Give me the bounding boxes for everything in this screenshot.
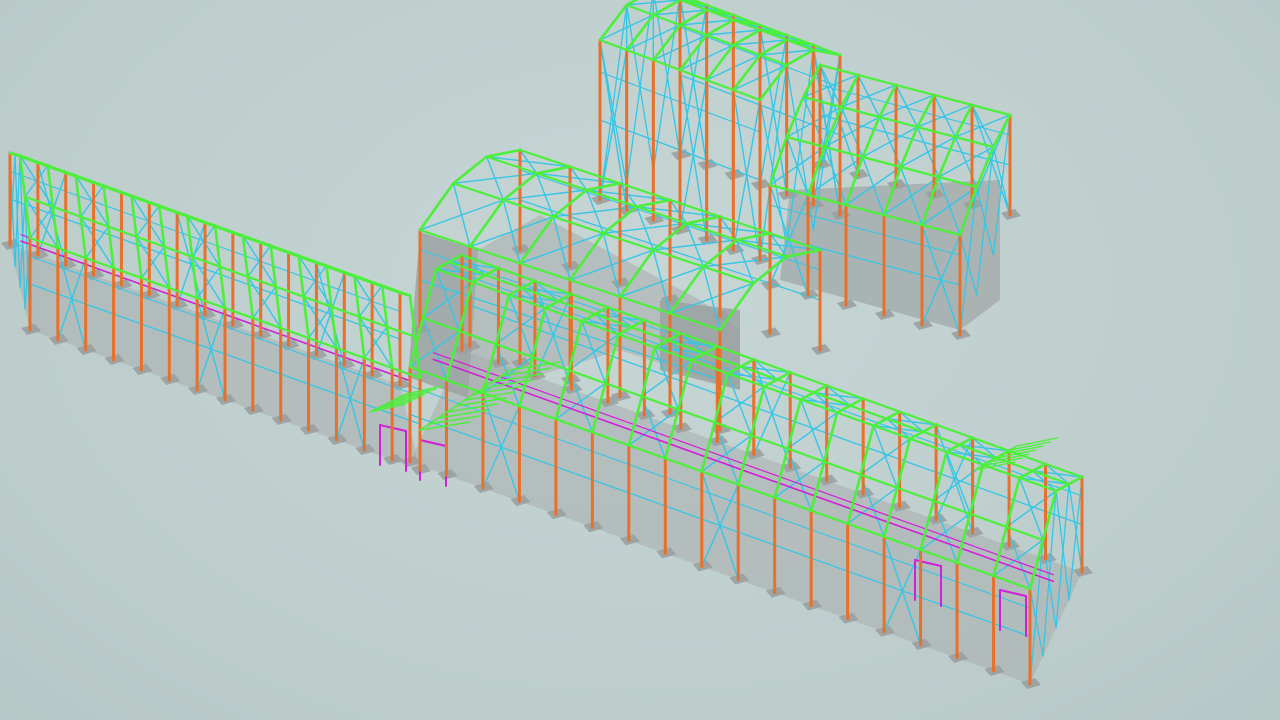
rafter (678, 33, 708, 72)
rafter (1067, 475, 1084, 486)
rafter (652, 23, 682, 62)
model-viewport[interactable] (0, 0, 1280, 720)
rafter (535, 165, 572, 175)
end-wall-bracing (599, 39, 628, 186)
rafter (921, 423, 938, 434)
rafter (1031, 462, 1047, 473)
rafter (885, 410, 901, 421)
structural-model[interactable] (0, 0, 1280, 720)
eave-beam (802, 95, 995, 149)
roof-bracing (785, 136, 809, 196)
roof-bracing (452, 182, 471, 248)
rafter (899, 125, 919, 169)
rafter (705, 43, 735, 82)
eave-beam (818, 63, 1012, 117)
rafter (861, 115, 881, 159)
end-wall-bracing (626, 4, 654, 171)
rafter (732, 53, 762, 92)
rafter (785, 95, 805, 139)
rafter (848, 397, 865, 407)
rafter (812, 384, 829, 394)
rafter (802, 63, 822, 99)
rafter (418, 182, 455, 232)
rafter (485, 148, 522, 158)
rafter (739, 358, 756, 368)
rafter (735, 232, 772, 242)
rafter (937, 135, 957, 179)
